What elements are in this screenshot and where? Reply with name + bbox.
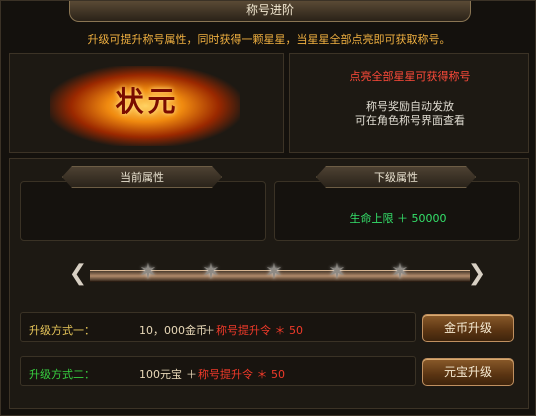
method-cost: 100元宝: [139, 368, 182, 381]
ingot-upgrade-button[interactable]: 元宝升级: [422, 358, 514, 386]
attribute-frame: 生命上限 ＋ 50000 当前属性 下级属性 ❮ ❯ ✶ ✶ ✶ ✶ ✶ 升级方式一： …: [9, 158, 529, 409]
bar-end-left-icon: ❮: [68, 261, 88, 286]
upgrade-method-row-1: 升级方式一： 10，000金币 ＋ 称号提升令 ＊ 50: [20, 312, 416, 342]
gold-upgrade-button[interactable]: 金币升级: [422, 314, 514, 342]
current-attr-header: 当前属性: [62, 166, 222, 188]
title-badge-frame: 状元: [9, 53, 284, 153]
next-attr-value: 生命上限 ＋ 50000: [349, 212, 447, 225]
next-attr-header: 下级属性: [316, 166, 476, 188]
method-label: 升级方式一：: [29, 324, 95, 337]
method-item: 称号提升令 ＊ 50: [198, 368, 285, 381]
upgrade-method-row-2: 升级方式二： 100元宝 ＋ 称号提升令 ＊ 50: [20, 356, 416, 386]
method-label: 升级方式二：: [29, 368, 95, 381]
bar-end-right-icon: ❯: [467, 261, 487, 286]
star-icon: ✶: [390, 260, 410, 285]
plus-sign: ＋: [204, 324, 215, 337]
next-attr-box: 生命上限 ＋ 50000: [274, 181, 520, 241]
upgrade-notice: 升级可提升称号属性，同时获得一颗星星，当星星全部点亮即可获取称号。: [87, 33, 451, 46]
star-icon: ✶: [201, 260, 221, 285]
star-icon: ✶: [264, 260, 284, 285]
star-icon: ✶: [327, 260, 347, 285]
title-badge-text: 状元: [115, 85, 180, 118]
plus-sign: ＋: [186, 368, 197, 381]
reward-line-2: 可在角色称号界面查看: [355, 114, 465, 127]
current-attr-box: [20, 181, 266, 241]
method-cost: 10，000金币: [139, 324, 207, 337]
panel-title: 称号进阶: [69, 1, 471, 22]
title-upgrade-panel: 称号进阶 升级可提升称号属性，同时获得一颗星星，当星星全部点亮即可获取称号。 状…: [0, 0, 536, 416]
method-item: 称号提升令 ＊ 50: [216, 324, 303, 337]
reward-hint: 点亮全部星星可获得称号: [349, 70, 471, 83]
star-icon: ✶: [138, 260, 158, 285]
reward-info-frame: 点亮全部星星可获得称号 称号奖励自动发放 可在角色称号界面查看: [289, 53, 529, 153]
